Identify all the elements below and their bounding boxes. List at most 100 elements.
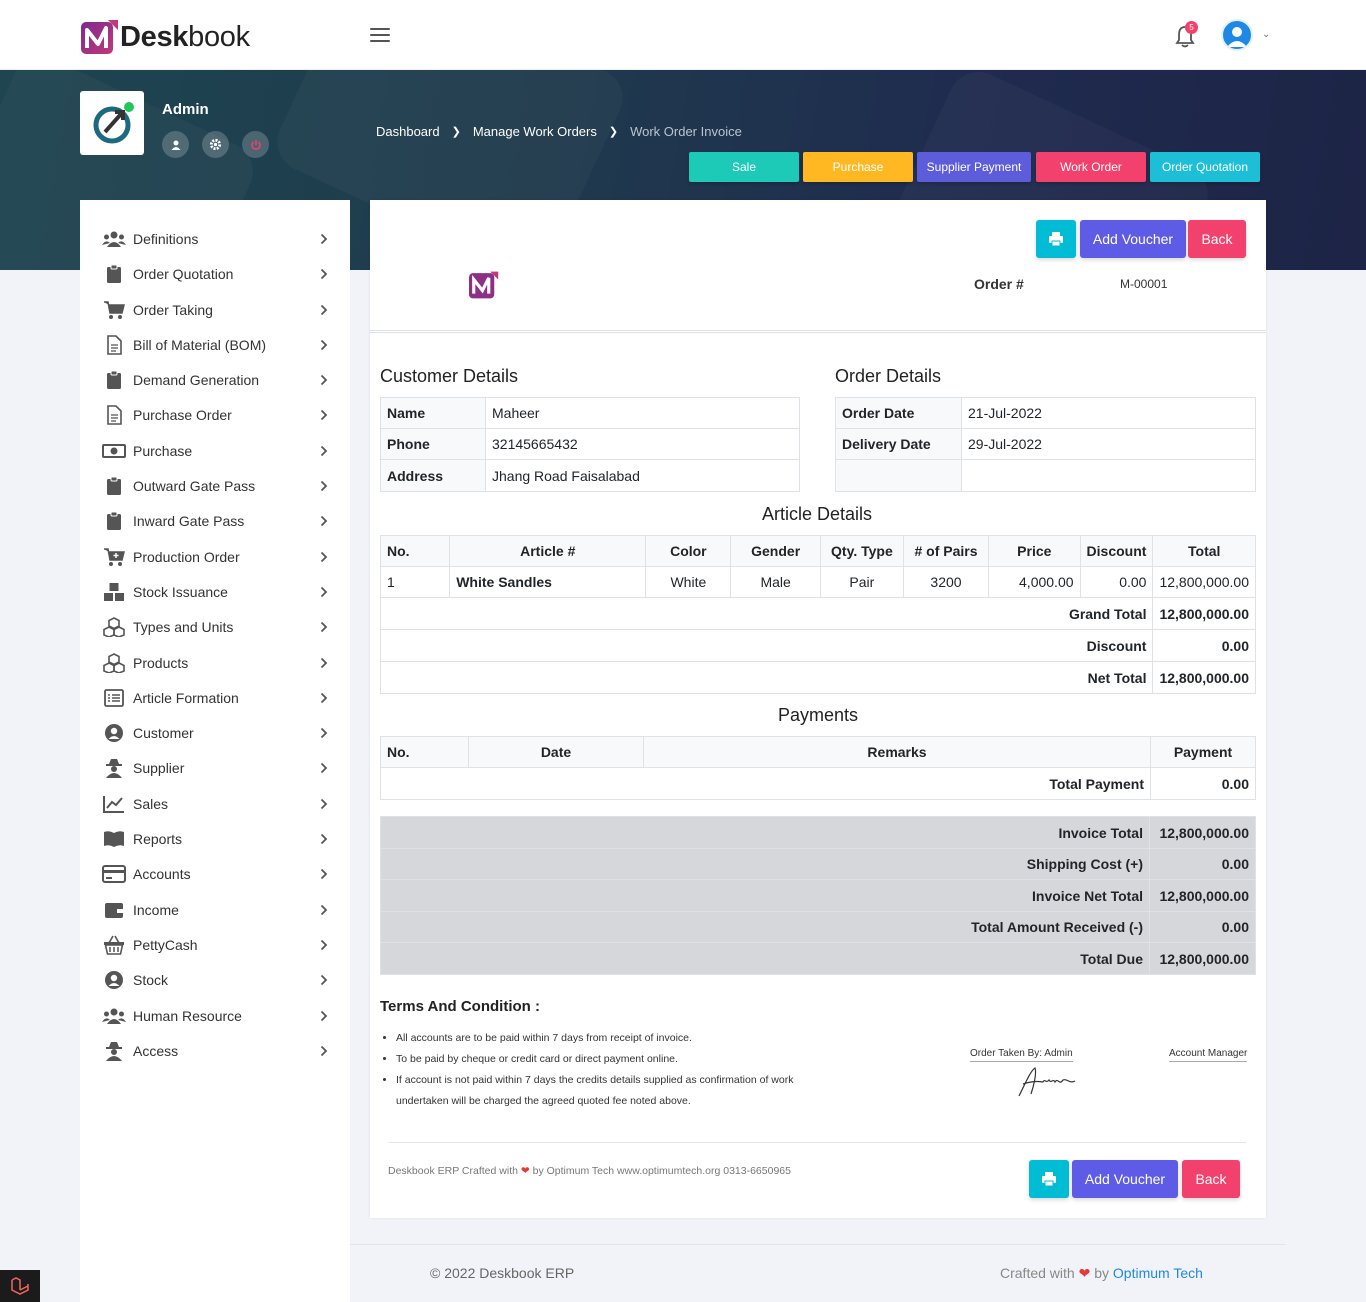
account-manager-label: Account Manager	[1169, 1048, 1248, 1062]
sidebar-item-sales[interactable]: Sales	[80, 789, 350, 819]
profile-button[interactable]	[162, 131, 189, 158]
sidebar-item-article-formation[interactable]: Article Formation	[80, 683, 350, 713]
sidebar-item-access[interactable]: Access	[80, 1036, 350, 1066]
sidebar-item-income[interactable]: Income	[80, 895, 350, 925]
quick-work-order-button[interactable]: Work Order	[1036, 152, 1146, 182]
company-logo-icon	[93, 102, 134, 144]
sidebar-item-label: Income	[133, 902, 179, 918]
notification-badge: 5	[1185, 21, 1198, 34]
col-qty-type: Qty. Type	[819, 535, 904, 567]
sidebar-item-bill-of-material-bom[interactable]: Bill of Material (BOM)	[80, 330, 350, 360]
user-circle-icon	[102, 970, 126, 990]
sidebar-item-outward-gate-pass[interactable]: Outward Gate Pass	[80, 471, 350, 501]
credit-text: Deskbook ERP Crafted with ❤ by Optimum T…	[388, 1165, 791, 1177]
delivery-date: 29-Jul-2022	[961, 428, 1256, 460]
chevron-right-icon: ❯	[451, 126, 461, 138]
sidebar-item-label: Production Order	[133, 549, 240, 565]
sidebar-item-purchase[interactable]: Purchase	[80, 436, 350, 466]
delivery-date-label: Delivery Date	[835, 428, 962, 460]
sidebar-item-products[interactable]: Products	[80, 648, 350, 678]
amount-received-label: Total Amount Received (-)	[380, 911, 1150, 943]
sidebar-item-stock[interactable]: Stock	[80, 965, 350, 995]
sidebar-item-label: Types and Units	[133, 619, 234, 635]
back-button-top[interactable]: Back	[1188, 220, 1246, 258]
sidebar-item-purchase-order[interactable]: Purchase Order	[80, 400, 350, 430]
boxes-icon	[102, 582, 126, 602]
print-button-bottom[interactable]	[1029, 1160, 1069, 1198]
term-item: All accounts are to be paid within 7 day…	[396, 1028, 804, 1049]
order-number-label: Order #	[974, 276, 1024, 292]
breadcrumb-manage-work-orders[interactable]: Manage Work Orders	[473, 124, 597, 139]
breadcrumb-dashboard[interactable]: Dashboard	[376, 124, 440, 139]
chevron-right-icon	[320, 585, 328, 601]
article-table: No. Article # Color Gender Qty. Type # o…	[379, 535, 1256, 694]
sidebar-item-label: Sales	[133, 796, 169, 812]
settings-button[interactable]	[202, 131, 229, 158]
add-voucher-button-bottom[interactable]: Add Voucher	[1072, 1160, 1178, 1198]
cell-color: White	[645, 566, 732, 598]
chevron-right-icon	[320, 938, 328, 954]
sidebar-item-production-order[interactable]: Production Order	[80, 542, 350, 572]
sidebar-item-reports[interactable]: Reports	[80, 824, 350, 854]
cubes-icon	[102, 617, 126, 637]
grand-total-value: 12,800,000.00	[1152, 597, 1256, 630]
sidebar-item-demand-generation[interactable]: Demand Generation	[80, 365, 350, 395]
sidebar-item-human-resource[interactable]: Human Resource	[80, 1001, 350, 1031]
power-icon	[250, 139, 261, 150]
sidebar-item-label: PettyCash	[133, 937, 198, 953]
sidebar-item-label: Purchase Order	[133, 407, 232, 423]
quick-purchase-button[interactable]: Purchase	[803, 152, 913, 182]
brand-logo[interactable]: Deskbook	[80, 18, 250, 56]
order-details-table: Order Date 21-Jul-2022 Delivery Date 29-Ju…	[835, 397, 1256, 492]
crafted-by-word: by	[1094, 1265, 1110, 1281]
chevron-right-icon	[320, 267, 328, 283]
sidebar-item-pettycash[interactable]: PettyCash	[80, 930, 350, 960]
company-link[interactable]: Optimum Tech	[1113, 1265, 1203, 1281]
back-button-bottom[interactable]: Back	[1182, 1160, 1240, 1198]
quick-order-quotation-button[interactable]: Order Quotation	[1150, 152, 1260, 182]
net-total-value: 12,800,000.00	[1152, 661, 1256, 694]
chevron-right-icon	[320, 550, 328, 566]
sidebar-item-order-quotation[interactable]: Order Quotation	[80, 259, 350, 289]
wallet-icon	[102, 900, 126, 920]
clipboard-icon	[102, 511, 126, 531]
sidebar-item-stock-issuance[interactable]: Stock Issuance	[80, 577, 350, 607]
sidebar-item-accounts[interactable]: Accounts	[80, 859, 350, 889]
menu-toggle-icon[interactable]	[370, 28, 390, 42]
sidebar-item-label: Purchase	[133, 443, 193, 459]
cell-no: 1	[379, 566, 451, 598]
cell-price: 4,000.00	[988, 566, 1081, 598]
add-voucher-button-top[interactable]: Add Voucher	[1080, 220, 1186, 258]
order-details-title: Order Details	[835, 366, 942, 386]
col-gender: Gender	[730, 535, 821, 567]
credit-prefix: Deskbook ERP Crafted with	[388, 1165, 518, 1177]
chevron-right-icon: ❯	[608, 126, 619, 138]
col-article: Article #	[449, 535, 647, 567]
chevron-down-icon[interactable]: ⌄	[1262, 29, 1270, 40]
sidebar-item-types-and-units[interactable]: Types and Units	[80, 612, 350, 642]
order-date: 21-Jul-2022	[961, 397, 1256, 429]
signature-image	[1018, 1067, 1076, 1097]
user-avatar[interactable]	[1221, 19, 1253, 51]
quick-sale-button[interactable]: Sale	[689, 152, 799, 182]
crafted-by: Crafted with ❤ by Optimum Tech	[1000, 1265, 1203, 1282]
sidebar-item-label: Definitions	[133, 231, 199, 247]
sidebar-item-definitions[interactable]: Definitions	[80, 224, 350, 254]
sidebar-item-inward-gate-pass[interactable]: Inward Gate Pass	[80, 506, 350, 536]
sidebar-item-supplier[interactable]: Supplier	[80, 753, 350, 783]
grand-total-label: Grand Total	[379, 597, 1154, 630]
logout-button[interactable]	[242, 131, 269, 158]
sidebar-item-order-taking[interactable]: Order Taking	[80, 295, 350, 325]
sidebar-item-label: Products	[133, 655, 189, 671]
quick-supplier-payment-button[interactable]: Supplier Payment	[917, 152, 1031, 182]
breadcrumb: Dashboard ❯ Manage Work Orders ❯ Work Or…	[376, 124, 742, 139]
cart-icon	[102, 300, 126, 320]
cell-qty-type: Pair	[819, 566, 904, 598]
term-item: To be paid by cheque or credit card or d…	[396, 1049, 804, 1070]
chevron-right-icon	[320, 408, 328, 424]
print-button-top[interactable]	[1036, 220, 1076, 258]
sidebar-item-customer[interactable]: Customer	[80, 718, 350, 748]
col-discount: Discount	[1079, 535, 1154, 567]
laravel-icon[interactable]	[0, 1270, 40, 1302]
user-circle-icon	[102, 723, 126, 743]
